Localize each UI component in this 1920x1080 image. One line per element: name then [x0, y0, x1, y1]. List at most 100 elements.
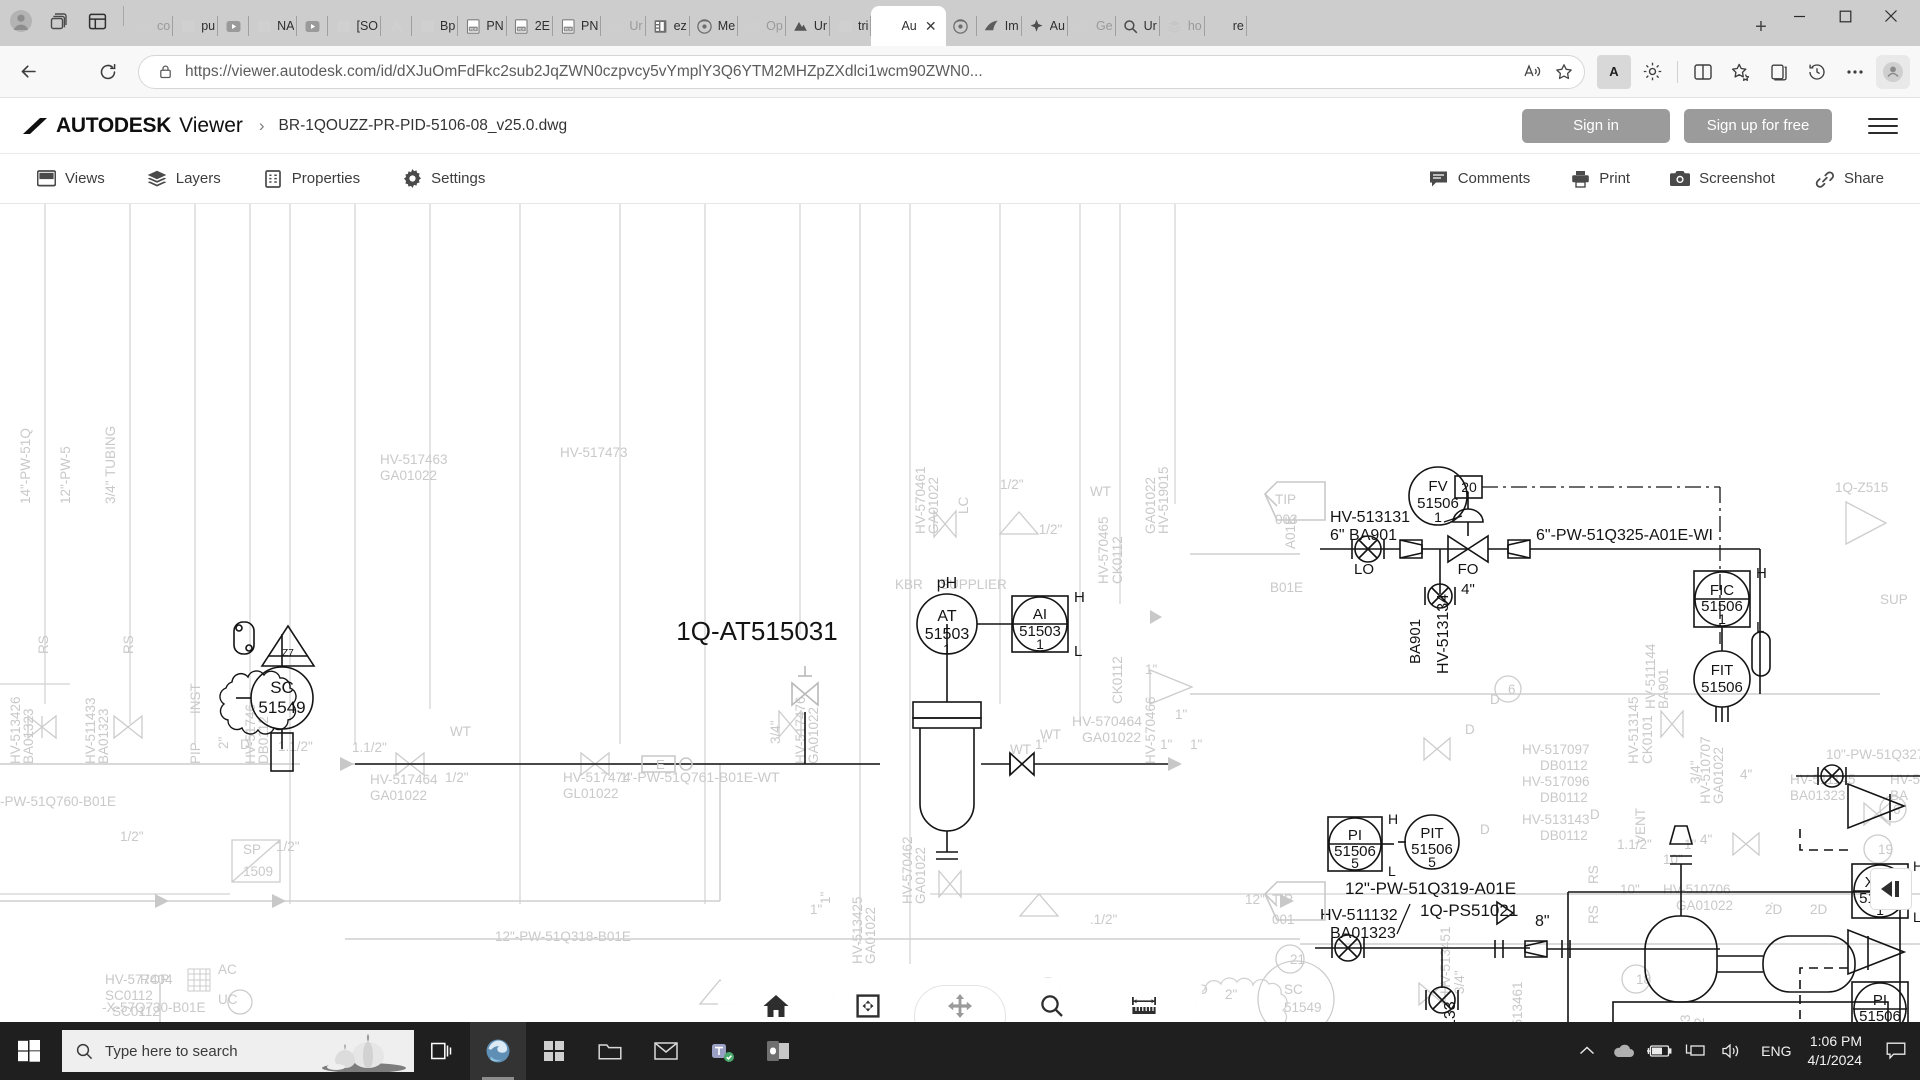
browser-tab-title: Op: [766, 19, 783, 33]
browser-tab-title: Bp: [440, 19, 456, 33]
browser-tab[interactable]: Au ✕: [871, 6, 946, 46]
browser-tab-title: re: [1232, 19, 1244, 33]
browser-tab[interactable]: NA: [249, 8, 298, 44]
browser-tab[interactable]: Ur: [786, 8, 831, 44]
browser-tab[interactable]: Op: [738, 8, 786, 44]
generic-icon: [180, 18, 196, 34]
browser-tab[interactable]: co: [129, 8, 174, 44]
profile-button[interactable]: [1876, 54, 1910, 89]
taskbar-store-button[interactable]: [526, 1022, 582, 1080]
profile-avatar-icon[interactable]: [4, 4, 38, 38]
svg-text:1: 1: [943, 641, 951, 657]
browser-tab[interactable]: ho: [1160, 8, 1205, 44]
svg-text:10"-PW-51Q327-: 10"-PW-51Q327-: [1826, 747, 1920, 762]
browser-tab[interactable]: ez: [646, 8, 690, 44]
svg-text:GA01022: GA01022: [863, 907, 878, 964]
sign-in-button[interactable]: Sign in: [1522, 108, 1670, 143]
taskbar-outlook-button[interactable]: [750, 1022, 806, 1080]
browser-tab[interactable]: pu: [173, 8, 219, 44]
volume-icon[interactable]: [1713, 1022, 1749, 1080]
browser-tab[interactable]: Ur: [1116, 8, 1160, 44]
browser-tabs[interactable]: co pu NA [SO Bp PDF PN PDF 2E PDF PN Ur ez Me Op Ur tri A…: [129, 0, 1740, 46]
tool-comments[interactable]: Comments: [1429, 169, 1530, 189]
generic-icon: [419, 18, 435, 34]
browser-tab[interactable]: [218, 8, 250, 44]
language-indicator[interactable]: ENG: [1749, 1043, 1803, 1059]
sign-up-button[interactable]: Sign up for free: [1684, 108, 1832, 143]
browser-tab[interactable]: Me: [690, 8, 739, 44]
pid-drawing[interactable]: 14"-PW-51Q 12"-PW-5 3/4" TUBING RS RS HV…: [0, 204, 1920, 1062]
browser-tab[interactable]: Au: [1022, 8, 1068, 44]
copilot-badge-icon[interactable]: A: [1597, 54, 1631, 89]
taskbar-mail-button[interactable]: [638, 1022, 694, 1080]
tool-settings[interactable]: Settings: [402, 169, 485, 189]
drawing-canvas[interactable]: 14"-PW-51Q 12"-PW-5 3/4" TUBING RS RS HV…: [0, 204, 1920, 1062]
browser-essentials-icon[interactable]: [1635, 55, 1669, 89]
notification-center-button[interactable]: [1876, 1022, 1916, 1080]
taskbar-task-view[interactable]: [414, 1022, 470, 1080]
close-tab-icon[interactable]: ✕: [922, 17, 940, 35]
taskbar-search-box[interactable]: Type here to search: [62, 1030, 414, 1072]
more-options-icon[interactable]: [1838, 55, 1872, 89]
tab-collections-icon[interactable]: [42, 4, 76, 38]
start-button[interactable]: [0, 1022, 58, 1080]
browser-tab[interactable]: PDF PN: [553, 8, 602, 44]
battery-charging-icon[interactable]: [1641, 1022, 1677, 1080]
collections-icon[interactable]: [1762, 55, 1796, 89]
taskbar-edge-button[interactable]: [470, 1022, 526, 1080]
window-close-button[interactable]: [1868, 0, 1914, 32]
back-button[interactable]: [10, 54, 46, 90]
taskbar-clock[interactable]: 1:06 PM 4/1/2024: [1804, 1032, 1877, 1070]
autodesk-logo[interactable]: AUTODESK Viewer: [22, 114, 243, 138]
browser-tab[interactable]: [SO: [328, 8, 382, 44]
favorites-icon[interactable]: [1724, 55, 1758, 89]
svg-text:RS: RS: [1586, 905, 1601, 924]
collapse-panel-button[interactable]: [1870, 868, 1912, 910]
svg-text:1509: 1509: [243, 864, 273, 879]
browser-tab[interactable]: [381, 8, 413, 44]
browser-tab[interactable]: [297, 8, 329, 44]
new-tab-button[interactable]: +: [1746, 12, 1776, 42]
split-screen-icon[interactable]: [1686, 55, 1720, 89]
network-icon[interactable]: [1677, 1022, 1713, 1080]
window-maximize-button[interactable]: [1822, 0, 1868, 32]
read-aloud-icon[interactable]: [1520, 60, 1544, 84]
tool-views[interactable]: Views: [36, 169, 105, 189]
history-icon[interactable]: [1800, 55, 1834, 89]
svg-text:2": 2": [216, 736, 231, 749]
taskbar-explorer-button[interactable]: [582, 1022, 638, 1080]
gear-icon: [402, 169, 422, 189]
split-screen-icon[interactable]: [80, 4, 114, 38]
reload-button[interactable]: [90, 54, 126, 90]
browser-tab[interactable]: Bp: [412, 8, 459, 44]
browser-tab[interactable]: tri: [830, 8, 872, 44]
autodesk-icon: [953, 18, 969, 34]
svg-text:FO: FO: [1458, 561, 1479, 578]
taskbar-teams-button[interactable]: [694, 1022, 750, 1080]
browser-tab[interactable]: PDF 2E: [507, 8, 553, 44]
sparkle-icon: [1029, 18, 1045, 34]
onedrive-icon[interactable]: [1605, 1022, 1641, 1080]
show-hidden-icons-button[interactable]: [1569, 1022, 1605, 1080]
browser-tab[interactable]: PDF PN: [458, 8, 507, 44]
generic-icon: [256, 18, 272, 34]
tool-print[interactable]: Print: [1570, 169, 1630, 189]
ruler-icon: [1130, 993, 1158, 1019]
browser-tab[interactable]: Im: [977, 8, 1022, 44]
favorite-star-icon[interactable]: [1552, 60, 1576, 84]
browser-tab-title: Ur: [813, 19, 828, 33]
tool-share[interactable]: Share: [1815, 169, 1884, 189]
browser-tab[interactable]: re: [1205, 8, 1247, 44]
browser-tab[interactable]: Ge: [1068, 8, 1116, 44]
browser-tab[interactable]: Ur: [601, 8, 646, 44]
menu-hamburger-icon[interactable]: [1868, 111, 1898, 141]
svg-text:8": 8": [1535, 913, 1550, 930]
window-minimize-button[interactable]: [1776, 0, 1822, 32]
address-bar-text[interactable]: https://viewer.autodesk.com/id/dXJuOmFdF…: [185, 63, 1512, 81]
svg-text:5: 5: [1428, 854, 1436, 870]
tool-properties[interactable]: Properties: [263, 169, 360, 189]
address-bar[interactable]: https://viewer.autodesk.com/id/dXJuOmFdF…: [138, 54, 1585, 89]
tool-screenshot[interactable]: Screenshot: [1670, 169, 1775, 189]
browser-tab[interactable]: [946, 8, 977, 44]
tool-layers[interactable]: Layers: [147, 169, 221, 189]
